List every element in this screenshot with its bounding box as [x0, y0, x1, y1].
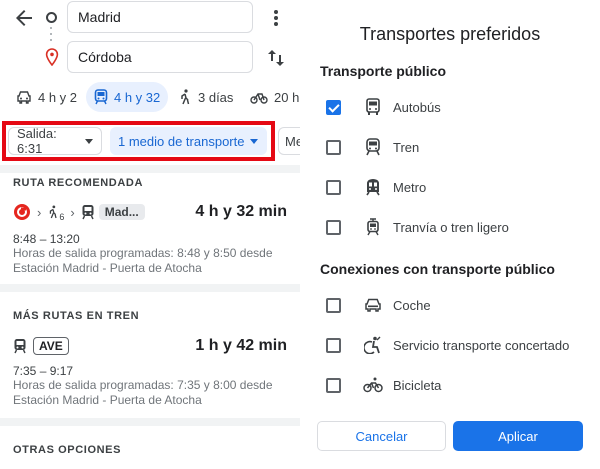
car-checkbox[interactable]: [326, 297, 341, 313]
route-dots-icon: [50, 27, 53, 45]
route-times: 7:35 – 9:17: [13, 364, 74, 378]
connections-heading: Conexiones con transporte público: [320, 261, 555, 277]
route-times: 8:48 – 13:20: [13, 232, 80, 246]
car-icon: [17, 91, 31, 104]
section-divider: [0, 165, 300, 173]
route-note-line: Horas de salida programadas: 7:35 y 8:00…: [13, 378, 273, 392]
tram-label: Tranvía o tren ligero: [393, 219, 509, 235]
departure-time-chip[interactable]: Salida: 6:31: [8, 126, 102, 156]
section-divider: [0, 284, 300, 292]
bike-label: Bicicleta: [393, 377, 442, 393]
train-checkbox[interactable]: [326, 139, 341, 155]
mode-car[interactable]: 4 h y 2: [16, 82, 77, 112]
option-bike[interactable]: Bicicleta: [326, 374, 586, 396]
option-train[interactable]: Tren: [326, 136, 586, 158]
destination-input[interactable]: Córdoba: [67, 41, 253, 73]
accessible-shuttle-icon: [363, 335, 383, 355]
mode-transit-label: 4 h y 32: [114, 89, 161, 105]
route-note-line: Estación Madrid - Puerta de Atocha: [13, 261, 202, 275]
origin-circle-icon: [46, 12, 57, 23]
public-transport-heading: Transporte público: [320, 63, 447, 79]
apply-button[interactable]: Aplicar: [453, 421, 583, 451]
route-steps: AVE: [13, 335, 69, 357]
metro-icon: [363, 177, 383, 197]
directions-panel: Madrid Córdoba 4 h y 2 4 h y 32 3 días 2…: [0, 0, 300, 469]
route-duration: 4 h y 32 min: [195, 203, 287, 220]
bus-label: Autobús: [393, 99, 441, 115]
option-shuttle[interactable]: Servicio transporte concertado: [326, 334, 586, 356]
train-line-badge: AVE: [33, 337, 69, 355]
option-car[interactable]: Coche: [326, 294, 586, 316]
metro-checkbox[interactable]: [326, 179, 341, 195]
car-label: Coche: [393, 297, 431, 313]
bike-checkbox[interactable]: [326, 377, 341, 393]
option-bus[interactable]: Autobús: [326, 96, 586, 118]
preferred-transport-dialog: Transportes preferidos Transporte públic…: [300, 0, 600, 469]
origin-input[interactable]: Madrid: [67, 1, 253, 33]
train-icon: [82, 205, 94, 220]
route-duration: 1 h y 42 min: [195, 337, 287, 354]
tram-icon: [363, 217, 383, 237]
car-icon: [363, 295, 383, 315]
option-metro[interactable]: Metro: [326, 176, 586, 198]
train-icon: [14, 339, 26, 354]
dropdown-caret-icon: [85, 138, 93, 144]
mode-bike-label: 20 h: [274, 89, 300, 105]
walk-icon: [50, 205, 57, 219]
shuttle-checkbox[interactable]: [326, 337, 341, 353]
mode-car-label: 4 h y 2: [38, 89, 78, 105]
bus-icon: [363, 97, 383, 117]
tram-checkbox[interactable]: [326, 219, 341, 235]
chevron-right-icon: ›: [37, 204, 42, 220]
section-heading-other: OTRAS OPCIONES: [13, 444, 122, 456]
travel-mode-bar: 4 h y 2 4 h y 32 3 días 20 h: [0, 82, 300, 114]
chevron-right-icon: ›: [70, 204, 75, 220]
walk-icon: [181, 89, 190, 105]
shuttle-label: Servicio transporte concertado: [393, 337, 570, 353]
mode-bike[interactable]: 20 h: [250, 82, 299, 112]
bike-icon: [363, 375, 383, 395]
renfe-logo-icon: [14, 204, 30, 220]
route-note-line: Horas de salida programadas: 8:48 y 8:50…: [13, 246, 273, 260]
section-heading-train: MÁS RUTAS EN TREN: [13, 310, 140, 322]
dialog-title: Transportes preferidos: [359, 24, 541, 44]
bus-checkbox[interactable]: [326, 99, 341, 115]
more-filters-chip[interactable]: Me: [278, 127, 300, 155]
section-divider: [0, 418, 300, 426]
option-tram[interactable]: Tranvía o tren ligero: [326, 216, 586, 238]
train-icon: [363, 137, 383, 157]
transport-modes-chip[interactable]: 1 medio de transporte: [110, 127, 267, 155]
mode-walk[interactable]: 3 días: [178, 82, 233, 112]
route-note-line: Estación Madrid - Puerta de Atocha: [13, 393, 202, 407]
departure-time-label: Salida: 6:31: [17, 126, 57, 156]
destination-pin-icon: [44, 48, 60, 67]
transport-modes-label: 1 medio de transporte: [118, 133, 245, 149]
metro-label: Metro: [393, 179, 427, 195]
walk-minutes: 6: [59, 212, 65, 222]
section-heading-recommended: RUTA RECOMENDADA: [13, 177, 143, 189]
back-arrow-icon[interactable]: [12, 6, 36, 30]
mode-transit[interactable]: 4 h y 32: [86, 82, 169, 112]
train-label: Tren: [393, 139, 420, 155]
mode-walk-label: 3 días: [198, 89, 234, 105]
train-line-badge: Mad...: [98, 204, 145, 220]
swap-icon[interactable]: [264, 46, 288, 70]
more-filters-label: Me: [285, 133, 300, 149]
cancel-button[interactable]: Cancelar: [317, 421, 446, 451]
more-options-icon[interactable]: [266, 7, 286, 29]
bike-icon: [250, 93, 268, 104]
dropdown-caret-icon: [250, 138, 259, 144]
route-steps: › 6 › Mad...: [13, 201, 145, 223]
transit-icon: [94, 89, 108, 105]
